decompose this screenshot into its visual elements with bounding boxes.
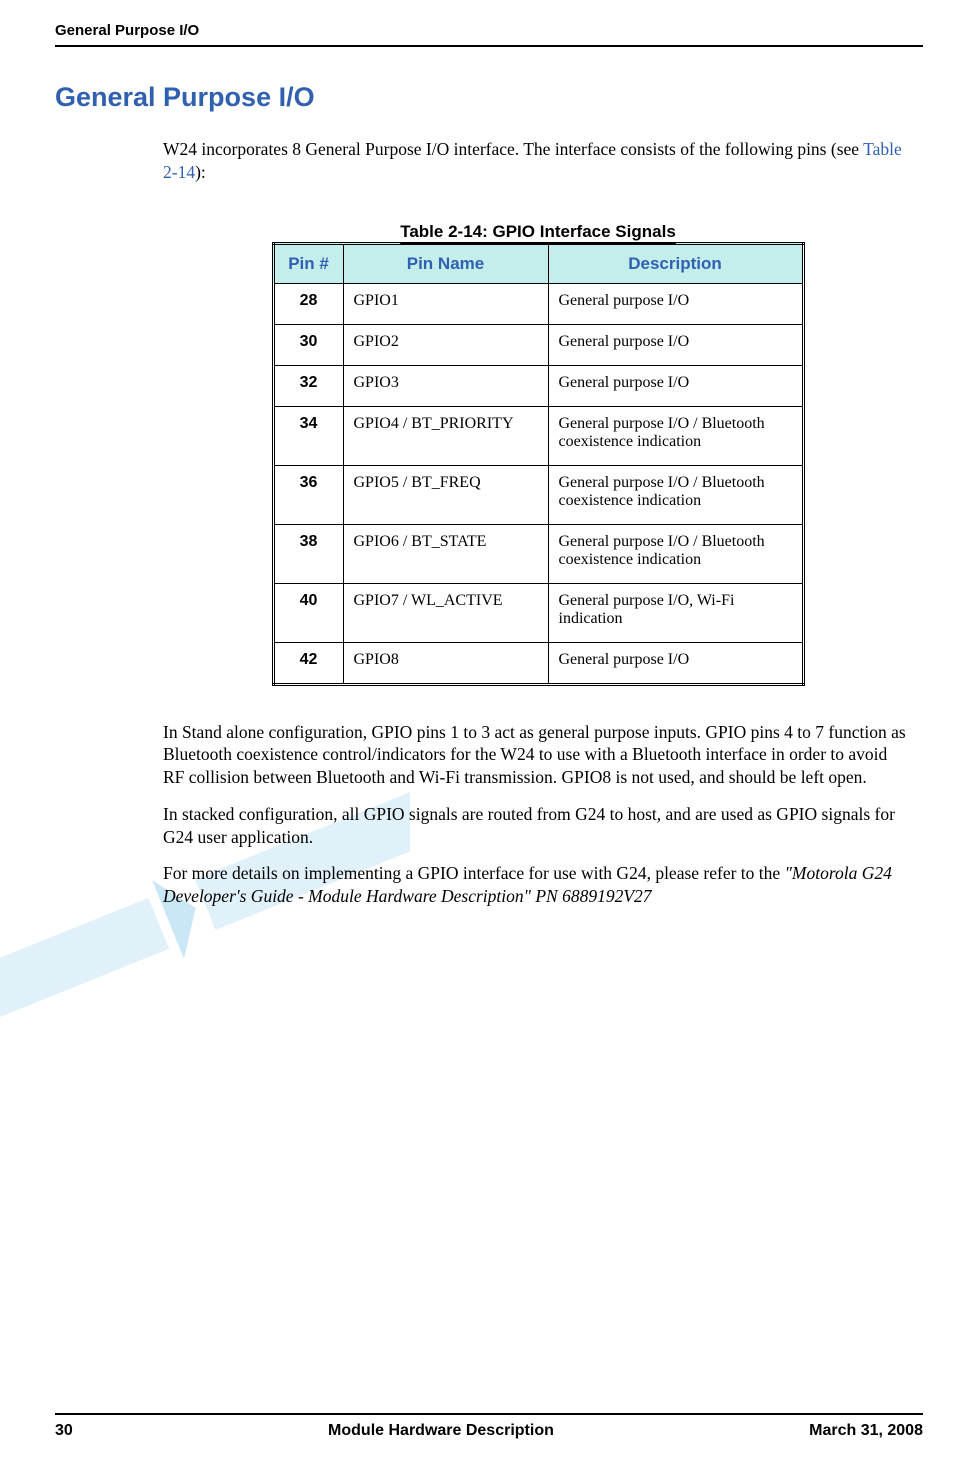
cell-name: GPIO1 xyxy=(343,283,548,324)
col-header-desc: Description xyxy=(548,243,803,283)
table-caption: Table 2-14: GPIO Interface Signals xyxy=(163,222,913,242)
body-paragraph-2: In stacked configuration, all GPIO signa… xyxy=(163,803,913,849)
footer-page-number: 30 xyxy=(55,1422,73,1440)
body-paragraph-1: In Stand alone configuration, GPIO pins … xyxy=(163,721,913,789)
cell-desc: General purpose I/O, Wi-Fi indication xyxy=(548,583,803,642)
cell-pin: 36 xyxy=(273,465,343,524)
cell-pin: 30 xyxy=(273,324,343,365)
cell-pin: 40 xyxy=(273,583,343,642)
table-row: 38 GPIO6 / BT_STATE General purpose I/O … xyxy=(273,524,803,583)
page-footer: 30 Module Hardware Description March 31,… xyxy=(55,1413,923,1440)
col-header-name: Pin Name xyxy=(343,243,548,283)
cell-pin: 28 xyxy=(273,283,343,324)
intro-text-pre: W24 incorporates 8 General Purpose I/O i… xyxy=(163,139,863,159)
para3-pre: For more details on implementing a GPIO … xyxy=(163,863,785,883)
cell-desc: General purpose I/O / Bluetooth coexiste… xyxy=(548,406,803,465)
gpio-table: Pin # Pin Name Description 28 GPIO1 Gene… xyxy=(272,242,805,686)
cell-desc: General purpose I/O xyxy=(548,365,803,406)
footer-date: March 31, 2008 xyxy=(809,1422,923,1440)
table-row: 36 GPIO5 / BT_FREQ General purpose I/O /… xyxy=(273,465,803,524)
cell-name: GPIO2 xyxy=(343,324,548,365)
table-row: 32 GPIO3 General purpose I/O xyxy=(273,365,803,406)
cell-pin: 32 xyxy=(273,365,343,406)
cell-desc: General purpose I/O / Bluetooth coexiste… xyxy=(548,524,803,583)
cell-name: GPIO3 xyxy=(343,365,548,406)
table-row: 28 GPIO1 General purpose I/O xyxy=(273,283,803,324)
intro-text-post: ): xyxy=(195,162,206,182)
section-heading: General Purpose I/O xyxy=(55,82,923,113)
cell-pin: 38 xyxy=(273,524,343,583)
intro-paragraph: W24 incorporates 8 General Purpose I/O i… xyxy=(163,138,913,184)
cell-name: GPIO5 / BT_FREQ xyxy=(343,465,548,524)
cell-name: GPIO6 / BT_STATE xyxy=(343,524,548,583)
header-title: General Purpose I/O xyxy=(55,22,199,39)
col-header-pin: Pin # xyxy=(273,243,343,283)
cell-pin: 34 xyxy=(273,406,343,465)
cell-desc: General purpose I/O xyxy=(548,642,803,684)
cell-desc: General purpose I/O xyxy=(548,324,803,365)
table-row: 34 GPIO4 / BT_PRIORITY General purpose I… xyxy=(273,406,803,465)
cell-name: GPIO8 xyxy=(343,642,548,684)
table-row: 40 GPIO7 / WL_ACTIVE General purpose I/O… xyxy=(273,583,803,642)
cell-desc: General purpose I/O / Bluetooth coexiste… xyxy=(548,465,803,524)
table-header-row: Pin # Pin Name Description xyxy=(273,243,803,283)
cell-pin: 42 xyxy=(273,642,343,684)
page-header: General Purpose I/O xyxy=(55,22,923,47)
table-row: 30 GPIO2 General purpose I/O xyxy=(273,324,803,365)
cell-name: GPIO7 / WL_ACTIVE xyxy=(343,583,548,642)
table-row: 42 GPIO8 General purpose I/O xyxy=(273,642,803,684)
body-paragraph-3: For more details on implementing a GPIO … xyxy=(163,862,913,908)
cell-desc: General purpose I/O xyxy=(548,283,803,324)
cell-name: GPIO4 / BT_PRIORITY xyxy=(343,406,548,465)
footer-doc-title: Module Hardware Description xyxy=(328,1422,554,1440)
